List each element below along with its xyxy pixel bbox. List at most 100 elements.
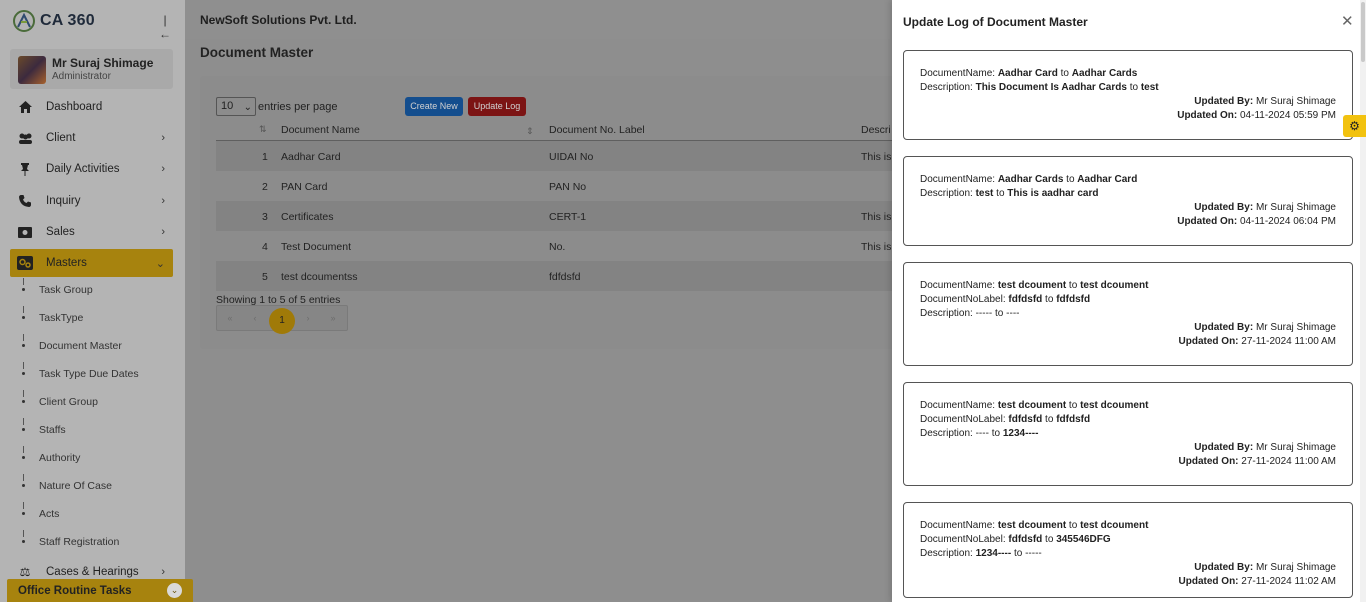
- sidebar-item-sales[interactable]: Sales ›: [10, 218, 173, 246]
- user-card[interactable]: Mr Suraj Shimage Administrator: [10, 49, 173, 89]
- document-name-cell: Aadhar Card: [281, 151, 341, 163]
- collapse-sidebar-icon[interactable]: |←: [158, 13, 172, 41]
- log-change-line: Description: ---- to 1234----: [920, 428, 1039, 439]
- tree-dot: [22, 512, 25, 515]
- sidebar-subitem-tasktype[interactable]: TaskType: [39, 312, 83, 324]
- sidebar-item-inquiry[interactable]: Inquiry ›: [10, 187, 173, 215]
- sidebar-item-label: Daily Activities: [46, 163, 120, 175]
- tree-dot: [22, 316, 25, 319]
- table-row[interactable]: 2 PAN Card PAN No: [216, 171, 910, 201]
- tree-dot: [22, 288, 25, 291]
- table-row[interactable]: 5 test dcoumentss fdfdsfd: [216, 261, 910, 291]
- user-name: Mr Suraj Shimage: [52, 56, 154, 70]
- log-change-line: DocumentNoLabel: fdfdsfd to fdfdsfd: [920, 414, 1091, 425]
- log-updated-on: Updated On: 27-11-2024 11:00 AM: [1178, 336, 1336, 347]
- phone-icon: [17, 193, 33, 209]
- tree-dot: [22, 400, 25, 403]
- column-header-document-name[interactable]: Document Name: [281, 124, 360, 136]
- column-header-document-no-label[interactable]: Document No. Label: [549, 124, 645, 136]
- log-updated-on: Updated On: 27-11-2024 11:00 AM: [1178, 456, 1336, 467]
- row-number: 4: [262, 241, 268, 253]
- row-number: 3: [262, 211, 268, 223]
- entries-per-page-select[interactable]: 10 ⌄: [216, 97, 256, 116]
- sidebar-item-label: Masters: [46, 257, 87, 269]
- log-change-line: Description: ----- to ----: [920, 308, 1020, 319]
- pagination: « ‹ 1 › »: [216, 305, 348, 334]
- log-entry: DocumentName: test dcoument to test dcou…: [903, 382, 1353, 486]
- sidebar-item-client[interactable]: Client ›: [10, 124, 173, 152]
- sidebar-subitem-staff-registration[interactable]: Staff Registration: [39, 536, 119, 548]
- sidebar-item-label: Client: [46, 132, 76, 144]
- sidebar-item-label: Cases & Hearings: [46, 566, 139, 578]
- masters-icon: [17, 255, 33, 271]
- sidebar-item-masters[interactable]: Masters ⌄: [10, 249, 173, 277]
- office-routine-tasks-label: Office Routine Tasks: [18, 585, 132, 597]
- row-number: 1: [262, 151, 268, 163]
- log-updated-by: Updated By: Mr Suraj Shimage: [1194, 96, 1336, 107]
- log-updated-on: Updated On: 04-11-2024 06:04 PM: [1177, 216, 1336, 227]
- log-entry: DocumentName: Aadhar Cards to Aadhar Car…: [903, 156, 1353, 246]
- home-icon: [17, 99, 33, 115]
- tree-line: [23, 306, 24, 313]
- sidebar-subitem-authority[interactable]: Authority: [39, 452, 80, 464]
- chevron-down-icon: ⌄: [243, 102, 252, 113]
- document-no-label-cell: PAN No: [549, 181, 587, 193]
- log-updated-by: Updated By: Mr Suraj Shimage: [1194, 562, 1336, 573]
- log-change-line: Description: This Document Is Aadhar Car…: [920, 82, 1159, 93]
- table-row[interactable]: 4 Test Document No. This is: [216, 231, 910, 261]
- chevron-right-icon: ›: [161, 132, 165, 144]
- last-page-button[interactable]: »: [326, 311, 340, 325]
- sort-icon[interactable]: ⇅: [259, 124, 267, 135]
- document-no-label-cell: No.: [549, 241, 566, 253]
- tree-dot: [22, 344, 25, 347]
- log-change-line: Description: test to This is aadhar card: [920, 188, 1099, 199]
- sidebar-item-label: Dashboard: [46, 101, 103, 113]
- avatar: [18, 56, 46, 84]
- settings-gear-icon[interactable]: ⚙: [1343, 115, 1366, 137]
- sort-icon[interactable]: ⇕: [526, 126, 534, 137]
- log-change-line: DocumentName: Aadhar Cards to Aadhar Car…: [920, 174, 1138, 185]
- sidebar-subitem-acts[interactable]: Acts: [39, 508, 59, 520]
- panel-scrollbar-thumb[interactable]: [1361, 2, 1365, 62]
- tree-dot: [22, 484, 25, 487]
- update-log-button[interactable]: Update Log: [468, 97, 526, 116]
- next-page-button[interactable]: ›: [301, 311, 315, 325]
- sidebar-item-daily-activities[interactable]: Daily Activities ›: [10, 155, 173, 183]
- sidebar-item-label: Inquiry: [46, 195, 81, 207]
- column-header-description[interactable]: Descri: [861, 124, 891, 136]
- sidebar-subitem-client-group[interactable]: Client Group: [39, 396, 98, 408]
- tree-line: [23, 502, 24, 509]
- sidebar-subitem-staffs[interactable]: Staffs: [39, 424, 66, 436]
- prev-page-button[interactable]: ‹: [248, 311, 262, 325]
- sidebar-item-dashboard[interactable]: Dashboard: [10, 93, 173, 121]
- document-name-cell: test dcoumentss: [281, 271, 358, 283]
- row-number: 5: [262, 271, 268, 283]
- table-row[interactable]: 1 Aadhar Card UIDAI No This is: [216, 141, 910, 171]
- tree-dot: [22, 456, 25, 459]
- tree-line: [23, 334, 24, 341]
- tree-line: [23, 390, 24, 397]
- log-updated-by: Updated By: Mr Suraj Shimage: [1194, 202, 1336, 213]
- chevron-right-icon: ›: [161, 566, 165, 578]
- first-page-button[interactable]: «: [223, 311, 237, 325]
- table-row[interactable]: 3 Certificates CERT-1 This is: [216, 201, 910, 231]
- sidebar-subitem-document-master[interactable]: Document Master: [39, 340, 122, 352]
- log-entry: DocumentName: test dcoument to test dcou…: [903, 502, 1353, 598]
- app-logo[interactable]: CA 360: [12, 9, 95, 33]
- log-entry: DocumentName: test dcoument to test dcou…: [903, 262, 1353, 366]
- log-change-line: DocumentName: test dcoument to test dcou…: [920, 520, 1149, 531]
- page-1-button[interactable]: 1: [269, 308, 295, 334]
- sidebar-subitem-task-type-due-dates[interactable]: Task Type Due Dates: [39, 368, 139, 380]
- description-cell: This is: [861, 151, 892, 163]
- office-routine-tasks-bar[interactable]: Office Routine Tasks ⌄: [7, 579, 193, 602]
- chevron-down-icon[interactable]: ⌄: [167, 583, 182, 598]
- close-icon[interactable]: ✕: [1341, 12, 1354, 30]
- sidebar-subitem-task-group[interactable]: Task Group: [39, 284, 93, 296]
- log-change-line: Description: 1234---- to -----: [920, 548, 1042, 559]
- panel-scrollbar[interactable]: [1360, 0, 1366, 602]
- sidebar-subitem-nature-of-case[interactable]: Nature Of Case: [39, 480, 112, 492]
- chevron-right-icon: ›: [161, 195, 165, 207]
- tree-dot: [22, 372, 25, 375]
- create-new-button[interactable]: Create New: [405, 97, 463, 116]
- log-change-line: DocumentName: test dcoument to test dcou…: [920, 400, 1149, 411]
